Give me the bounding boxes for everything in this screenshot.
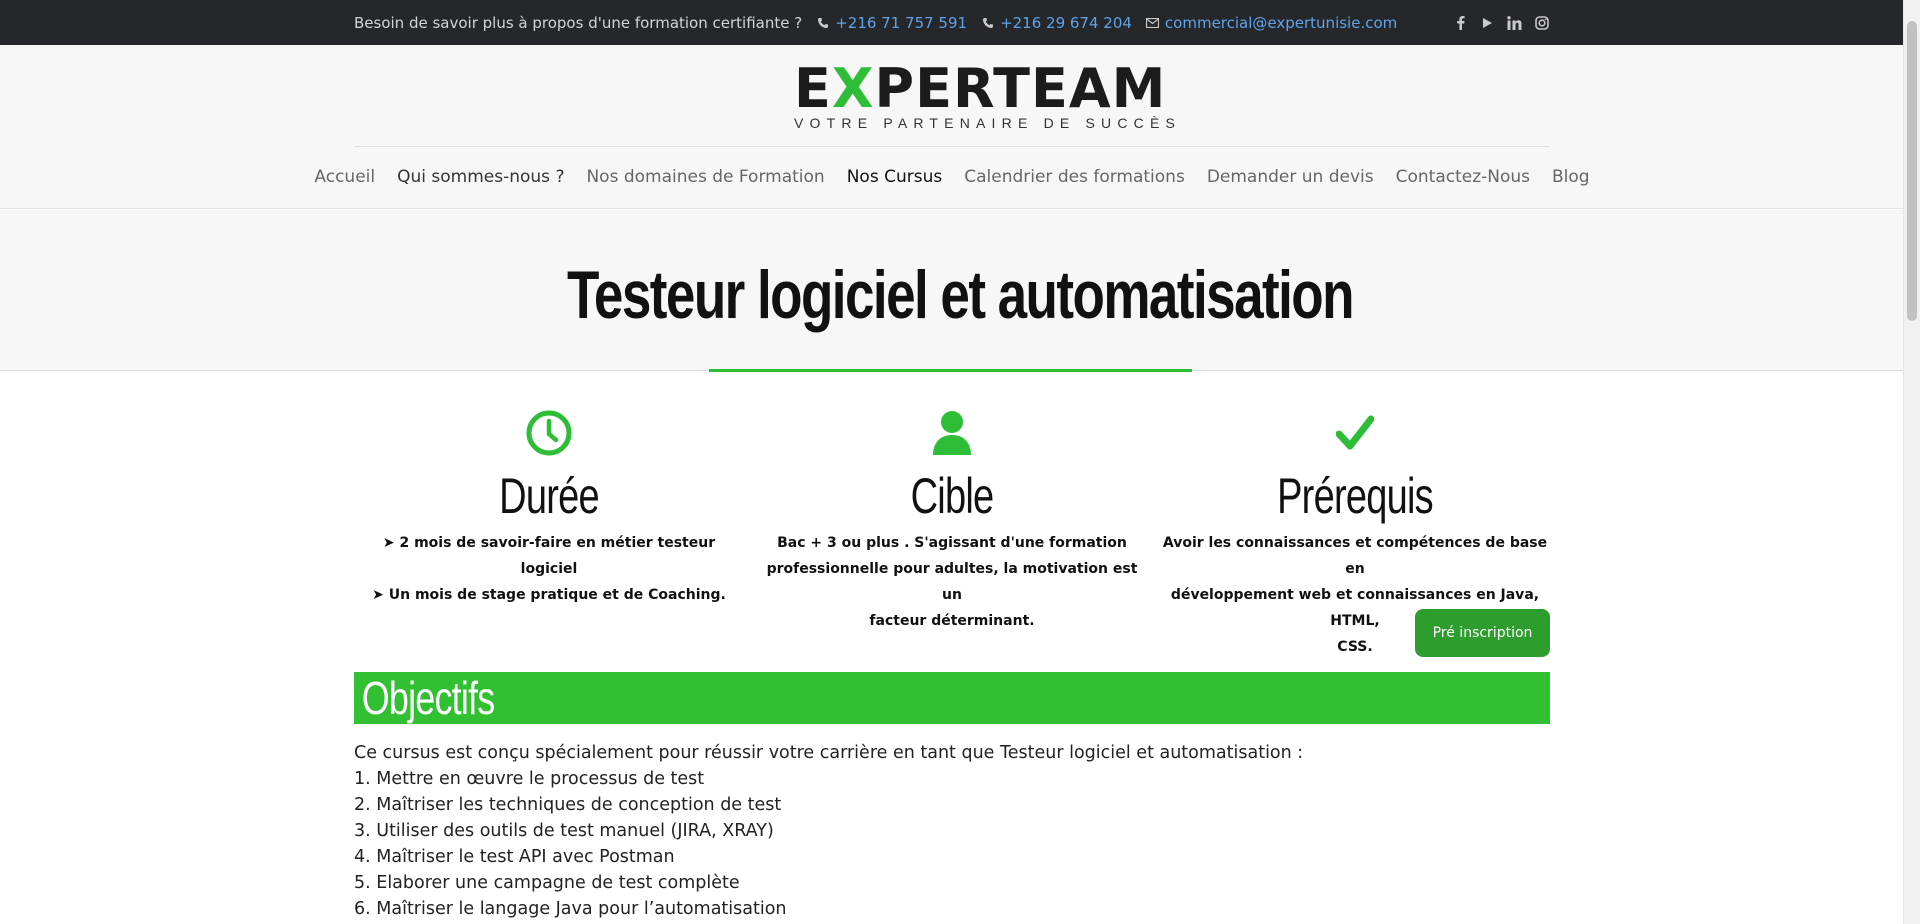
email-link[interactable]: commercial@expertunisie.com: [1165, 14, 1397, 32]
nav-item-qui-sommes-nous[interactable]: Qui sommes-nous ?: [397, 167, 564, 187]
youtube-icon[interactable]: [1479, 14, 1496, 31]
feature-title: Cible: [910, 468, 995, 524]
list-item: 5. Elaborer une campagne de test complèt…: [354, 873, 740, 893]
experteam-logo[interactable]: E X PERTEAM VOTRE PARTENAIRE DE SUCCÈS: [794, 57, 1182, 133]
list-item: 4. Maîtriser le test API avec Postman: [354, 847, 675, 867]
top-bar: Besoin de savoir plus à propos d'une for…: [0, 0, 1920, 45]
feature-duree: Durée ➤ 2 mois de savoir-faire en métier…: [354, 400, 744, 608]
promo-text: Besoin de savoir plus à propos d'une for…: [354, 13, 803, 32]
nav-item-calendrier[interactable]: Calendrier des formations: [964, 167, 1185, 187]
objectifs-header: Objectifs: [354, 672, 1550, 724]
phone-link-2[interactable]: +216 29 674 204: [1000, 14, 1132, 32]
checkmark-icon: [1160, 400, 1550, 466]
list-item: 6. Maîtriser le langage Java pour l’auto…: [354, 899, 787, 919]
nav-item-blog[interactable]: Blog: [1552, 167, 1590, 187]
phone-contact-1[interactable]: +216 71 757 591: [816, 14, 967, 32]
list-item: 2. Maîtriser les techniques de conceptio…: [354, 795, 782, 815]
scrollbar-thumb[interactable]: [1907, 21, 1917, 321]
phone-contact-2[interactable]: +216 29 674 204: [981, 14, 1132, 32]
features-section: Durée ➤ 2 mois de savoir-faire en métier…: [354, 400, 1550, 655]
feature-cible: Cible Bac + 3 ou plus . S'agissant d'une…: [757, 400, 1147, 634]
social-links: [1452, 14, 1550, 31]
page-scrollbar[interactable]: [1903, 0, 1920, 924]
nav-item-nos-cursus[interactable]: Nos Cursus: [847, 167, 943, 187]
feature-title: Prérequis: [1277, 468, 1434, 524]
feature-text: Bac + 3 ou plus . S'agissant d'une forma…: [766, 535, 1138, 629]
feature-text: ➤ 2 mois de savoir-faire en métier teste…: [372, 535, 726, 603]
list-item: 1. Mettre en œuvre le processus de test: [354, 769, 705, 789]
nav-item-accueil[interactable]: Accueil: [314, 167, 375, 187]
logo-tagline: VOTRE PARTENAIRE DE SUCCÈS: [794, 115, 1182, 131]
user-icon: [757, 400, 1147, 466]
title-underline: [709, 369, 1192, 372]
main-nav: Accueil Qui sommes-nous ? Nos domaines d…: [314, 147, 1589, 207]
site-header: E X PERTEAM VOTRE PARTENAIRE DE SUCCÈS Acc…: [0, 45, 1920, 209]
envelope-icon: [1146, 16, 1160, 30]
feature-title: Durée: [499, 468, 599, 524]
clock-icon: [354, 400, 744, 466]
instagram-icon[interactable]: [1533, 14, 1550, 31]
page-title: Testeur logiciel et automatisation: [567, 257, 1355, 333]
phone-icon: [981, 16, 995, 30]
phone-link-1[interactable]: +216 71 757 591: [835, 14, 967, 32]
logo-wordmark: E X PERTEAM: [794, 57, 1167, 120]
objectifs-intro: Ce cursus est conçu spécialement pour ré…: [354, 743, 1304, 763]
nav-item-devis[interactable]: Demander un devis: [1207, 167, 1374, 187]
objectifs-content: Ce cursus est conçu spécialement pour ré…: [354, 740, 1550, 922]
phone-icon: [816, 16, 830, 30]
nav-item-domaines[interactable]: Nos domaines de Formation: [586, 167, 824, 187]
list-item: 3. Utiliser des outils de test manuel (J…: [354, 821, 774, 841]
facebook-icon[interactable]: [1452, 14, 1469, 31]
email-contact[interactable]: commercial@expertunisie.com: [1146, 14, 1397, 32]
linkedin-icon[interactable]: [1506, 14, 1523, 31]
nav-item-contact[interactable]: Contactez-Nous: [1396, 167, 1530, 187]
page-title-band: Testeur logiciel et automatisation: [0, 210, 1920, 371]
pre-inscription-button[interactable]: Pré inscription: [1415, 609, 1550, 657]
objectifs-heading: Objectifs: [361, 672, 495, 724]
